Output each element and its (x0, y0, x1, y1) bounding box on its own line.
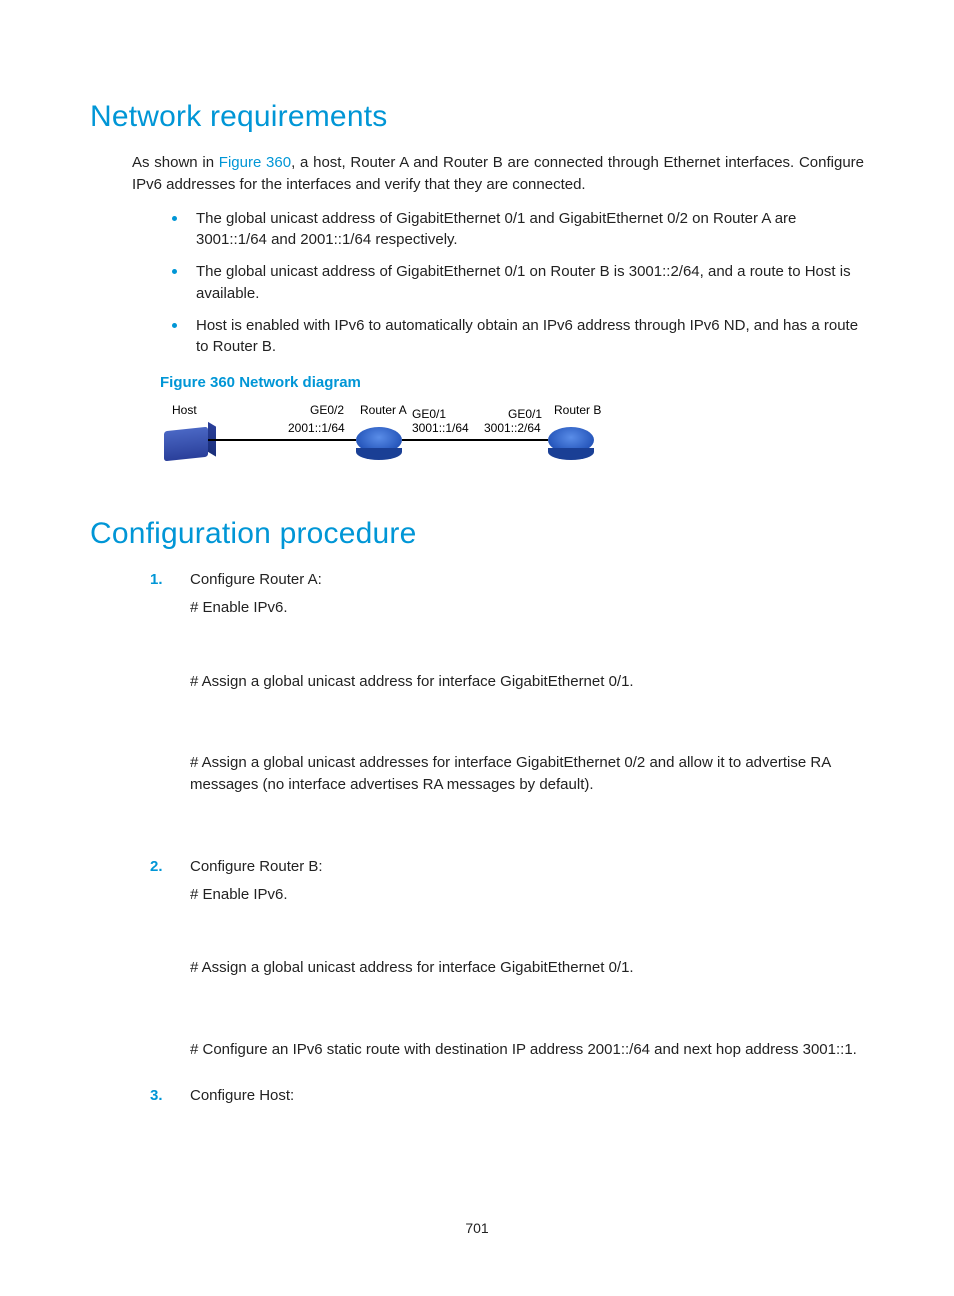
list-item: The global unicast address of GigabitEth… (170, 208, 864, 252)
configuration-steps: Configure Router A: # Enable IPv6. # Ass… (150, 569, 864, 1107)
diagram-addr-3001-2: 3001::2/64 (484, 421, 541, 435)
host-icon (164, 427, 208, 462)
step-item: Configure Router A: # Enable IPv6. # Ass… (150, 569, 864, 796)
requirements-list: The global unicast address of GigabitEth… (170, 208, 864, 359)
step-line: # Assign a global unicast addresses for … (190, 752, 864, 796)
diagram-routera-label: Router A (360, 403, 407, 417)
heading-network-requirements: Network requirements (90, 100, 864, 134)
diagram-ge01a-label: GE0/1 (412, 407, 446, 421)
step-line: # Enable IPv6. (190, 597, 864, 619)
list-item: Host is enabled with IPv6 to automatical… (170, 315, 864, 359)
step-head: Configure Router B: (190, 856, 864, 878)
step-item: Configure Host: (150, 1085, 864, 1107)
step-line: # Configure an IPv6 static route with de… (190, 1039, 864, 1061)
diagram-addr-2001: 2001::1/64 (288, 421, 345, 435)
step-item: Configure Router B: # Enable IPv6. # Ass… (150, 856, 864, 1061)
step-line: # Assign a global unicast address for in… (190, 957, 864, 979)
step-line: # Enable IPv6. (190, 884, 864, 906)
link-line (208, 439, 356, 441)
step-head: Configure Router A: (190, 569, 864, 591)
router-b-icon (548, 427, 594, 453)
diagram-routerb-label: Router B (554, 403, 601, 417)
step-line: # Assign a global unicast address for in… (190, 671, 864, 693)
figure-link[interactable]: Figure 360 (219, 154, 291, 171)
page-number: 701 (0, 1220, 954, 1236)
network-diagram: Host GE0/2 Router A GE0/1 GE0/1 Router B… (160, 399, 640, 469)
diagram-ge02-label: GE0/2 (310, 403, 344, 417)
list-item: The global unicast address of GigabitEth… (170, 261, 864, 305)
diagram-ge01b-label: GE0/1 (508, 407, 542, 421)
intro-pre: As shown in (132, 154, 219, 171)
diagram-host-label: Host (172, 403, 197, 417)
router-a-icon (356, 427, 402, 453)
figure-caption: Figure 360 Network diagram (160, 374, 864, 391)
step-head: Configure Host: (190, 1085, 864, 1107)
link-line (402, 439, 548, 441)
diagram-addr-3001-1: 3001::1/64 (412, 421, 469, 435)
intro-paragraph: As shown in Figure 360, a host, Router A… (132, 152, 864, 196)
heading-configuration-procedure: Configuration procedure (90, 517, 864, 551)
